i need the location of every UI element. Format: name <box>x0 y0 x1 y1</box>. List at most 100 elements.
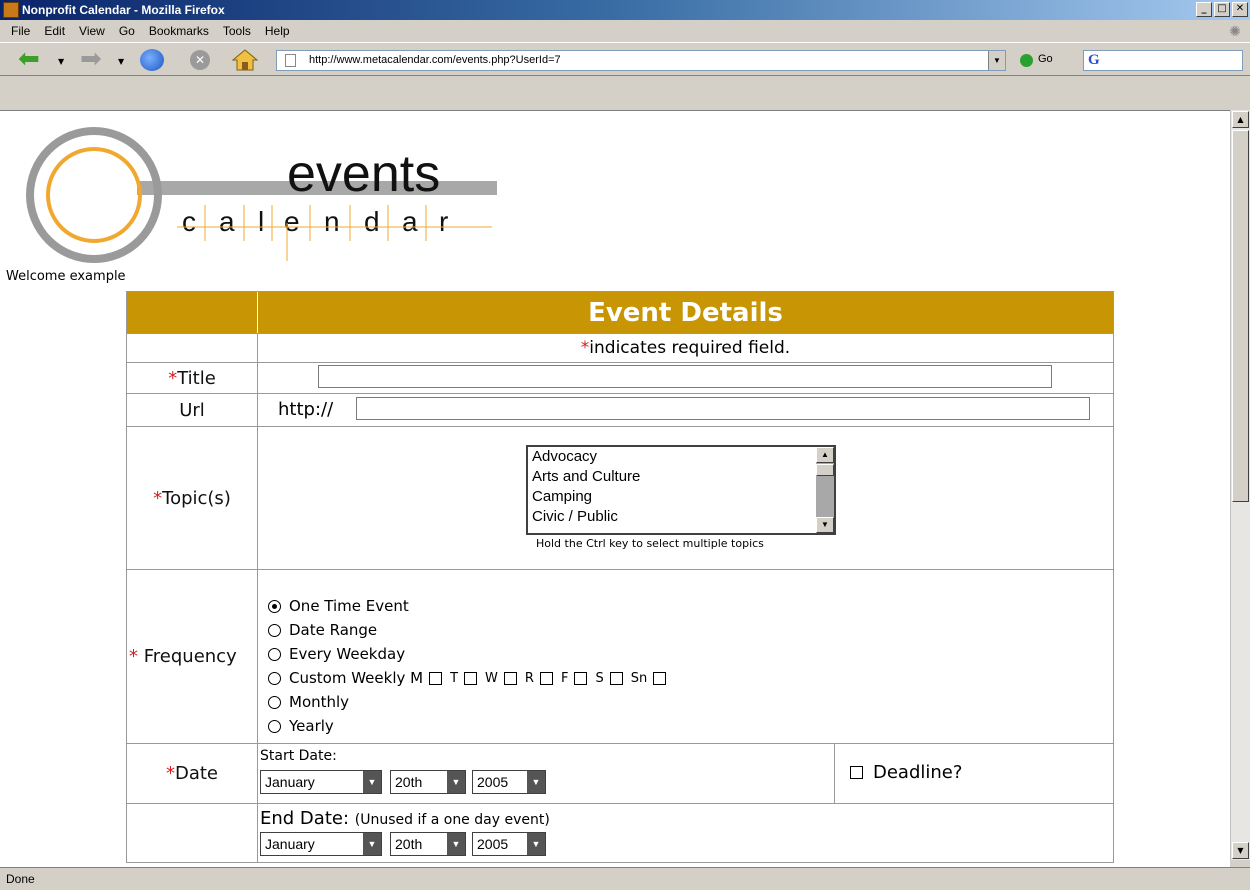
window-title: Nonprofit Calendar - Mozilla Firefox <box>22 3 225 17</box>
radio-button[interactable] <box>268 695 281 709</box>
page-scrollbar[interactable]: ▲ ▼ <box>1230 110 1250 860</box>
radio-button[interactable] <box>268 719 281 733</box>
url-label: Url <box>127 394 258 426</box>
end-year-select[interactable]: 2005 ▼ <box>472 832 546 856</box>
go-button[interactable]: Go <box>1038 53 1053 65</box>
svg-text:n: n <box>324 206 340 237</box>
chevron-down-icon: ▼ <box>363 771 381 793</box>
google-search-icon[interactable]: G <box>1088 52 1100 69</box>
svg-text:l: l <box>258 206 264 237</box>
address-bar[interactable]: http://www.metacalendar.com/events.php?U… <box>276 50 1006 71</box>
deadline-option[interactable]: Deadline? <box>850 762 962 783</box>
status-text: Done <box>6 872 35 886</box>
reload-icon[interactable] <box>140 49 164 71</box>
menu-help[interactable]: Help <box>258 24 297 38</box>
start-month-select[interactable]: January ▼ <box>260 770 382 794</box>
home-icon[interactable] <box>231 49 259 71</box>
chevron-down-icon: ▼ <box>447 833 465 855</box>
topics-label: Topic(s) <box>162 487 231 509</box>
end-month-select[interactable]: January ▼ <box>260 832 382 856</box>
chevron-down-icon: ▼ <box>527 833 545 855</box>
start-date-caption: Start Date: <box>260 748 337 764</box>
welcome-text: Welcome example <box>6 269 126 284</box>
title-row: * Title <box>127 363 1113 394</box>
menu-view[interactable]: View <box>72 24 112 38</box>
start-year-select[interactable]: 2005 ▼ <box>472 770 546 794</box>
back-button-icon[interactable]: ⬅ <box>18 46 42 72</box>
chevron-down-icon: ▼ <box>447 771 465 793</box>
search-box[interactable]: G <box>1083 50 1243 71</box>
form-header: Event Details <box>588 298 783 328</box>
menu-tools[interactable]: Tools <box>216 24 258 38</box>
menu-edit[interactable]: Edit <box>37 24 72 38</box>
back-dropdown-icon[interactable]: ▼ <box>58 57 64 66</box>
frequency-option-every-weekday[interactable]: Every Weekday <box>268 642 674 666</box>
frequency-row: * Frequency One Time Event Date Range Ev… <box>127 570 1113 744</box>
weekday-checkbox-m[interactable] <box>429 671 443 685</box>
scroll-down-icon[interactable]: ▼ <box>1232 842 1249 859</box>
event-details-form: Event Details *indicates required field.… <box>126 291 1114 863</box>
weekday-checkbox-r[interactable] <box>539 671 553 685</box>
topic-option[interactable]: Advocacy <box>528 447 834 467</box>
menu-bookmarks[interactable]: Bookmarks <box>142 24 216 38</box>
radio-button[interactable] <box>268 647 281 661</box>
minimize-button[interactable]: _ <box>1196 2 1212 17</box>
topics-listbox[interactable]: Advocacy Arts and Culture Camping Civic … <box>526 445 836 535</box>
window-controls: _ □ ✕ <box>1196 2 1248 17</box>
scroll-thumb[interactable] <box>1232 130 1249 502</box>
page-icon <box>285 54 296 67</box>
go-icon[interactable] <box>1020 54 1033 67</box>
window-title-bar: Nonprofit Calendar - Mozilla Firefox _ □… <box>0 0 1250 20</box>
logo-letters: c a l e n d a r <box>182 206 448 237</box>
frequency-option-custom-weekly[interactable]: Custom Weekly M T W R F S Sn <box>268 666 674 690</box>
topics-scrollbar[interactable]: ▲ ▼ <box>816 447 834 533</box>
weekday-checkbox-s[interactable] <box>609 671 623 685</box>
deadline-checkbox[interactable] <box>850 766 863 779</box>
scroll-up-icon[interactable]: ▲ <box>816 447 834 463</box>
url-prefix: http:// <box>278 399 334 420</box>
chevron-down-icon: ▼ <box>363 833 381 855</box>
svg-text:a: a <box>402 206 418 237</box>
scroll-up-icon[interactable]: ▲ <box>1232 111 1249 128</box>
forward-button-icon[interactable]: ➡ <box>80 46 104 72</box>
frequency-option-date-range[interactable]: Date Range <box>268 618 674 642</box>
topic-option[interactable]: Camping <box>528 487 834 507</box>
stop-icon[interactable]: ✕ <box>190 50 210 70</box>
page-content: events c a l e n d a r Welcome example E… <box>0 110 1230 870</box>
chevron-down-icon: ▼ <box>527 771 545 793</box>
svg-text:c: c <box>182 206 196 237</box>
topic-option[interactable]: Civic / Public <box>528 507 834 527</box>
frequency-option-monthly[interactable]: Monthly <box>268 690 674 714</box>
title-input[interactable] <box>318 365 1052 388</box>
frequency-option-yearly[interactable]: Yearly <box>268 714 674 738</box>
start-day-select[interactable]: 20th ▼ <box>390 770 466 794</box>
address-url: http://www.metacalendar.com/events.php?U… <box>309 54 561 66</box>
firefox-app-icon <box>3 2 19 18</box>
url-input[interactable] <box>356 397 1090 420</box>
maximize-button[interactable]: □ <box>1214 2 1230 17</box>
end-date-caption: End Date: <box>260 808 350 829</box>
required-note: indicates required field. <box>589 338 791 358</box>
weekday-checkbox-t[interactable] <box>464 671 478 685</box>
weekday-checkbox-sn[interactable] <box>653 671 667 685</box>
scroll-thumb[interactable] <box>816 464 834 476</box>
radio-button[interactable] <box>268 623 281 637</box>
frequency-option-one-time[interactable]: One Time Event <box>268 594 674 618</box>
topics-hint: Hold the Ctrl key to select multiple top… <box>536 537 764 550</box>
required-note-row: *indicates required field. <box>127 334 1113 363</box>
close-button[interactable]: ✕ <box>1232 2 1248 17</box>
weekday-checkbox-f[interactable] <box>574 671 588 685</box>
radio-button[interactable] <box>268 599 281 613</box>
menu-file[interactable]: File <box>4 24 37 38</box>
radio-button[interactable] <box>268 671 281 685</box>
weekday-checkbox-w[interactable] <box>503 671 517 685</box>
address-dropdown-icon[interactable]: ▼ <box>988 51 1005 70</box>
end-date-row: End Date: (Unused if a one day event) Ja… <box>127 804 1113 862</box>
menu-go[interactable]: Go <box>112 24 142 38</box>
topic-option[interactable]: Arts and Culture <box>528 467 834 487</box>
end-day-select[interactable]: 20th ▼ <box>390 832 466 856</box>
forward-dropdown-icon[interactable]: ▼ <box>118 57 124 66</box>
scroll-down-icon[interactable]: ▼ <box>816 517 834 533</box>
frequency-label: Frequency <box>143 646 237 667</box>
date-row: * Date Start Date: January ▼ 20th ▼ 2005 ▼ D… <box>127 744 1113 804</box>
